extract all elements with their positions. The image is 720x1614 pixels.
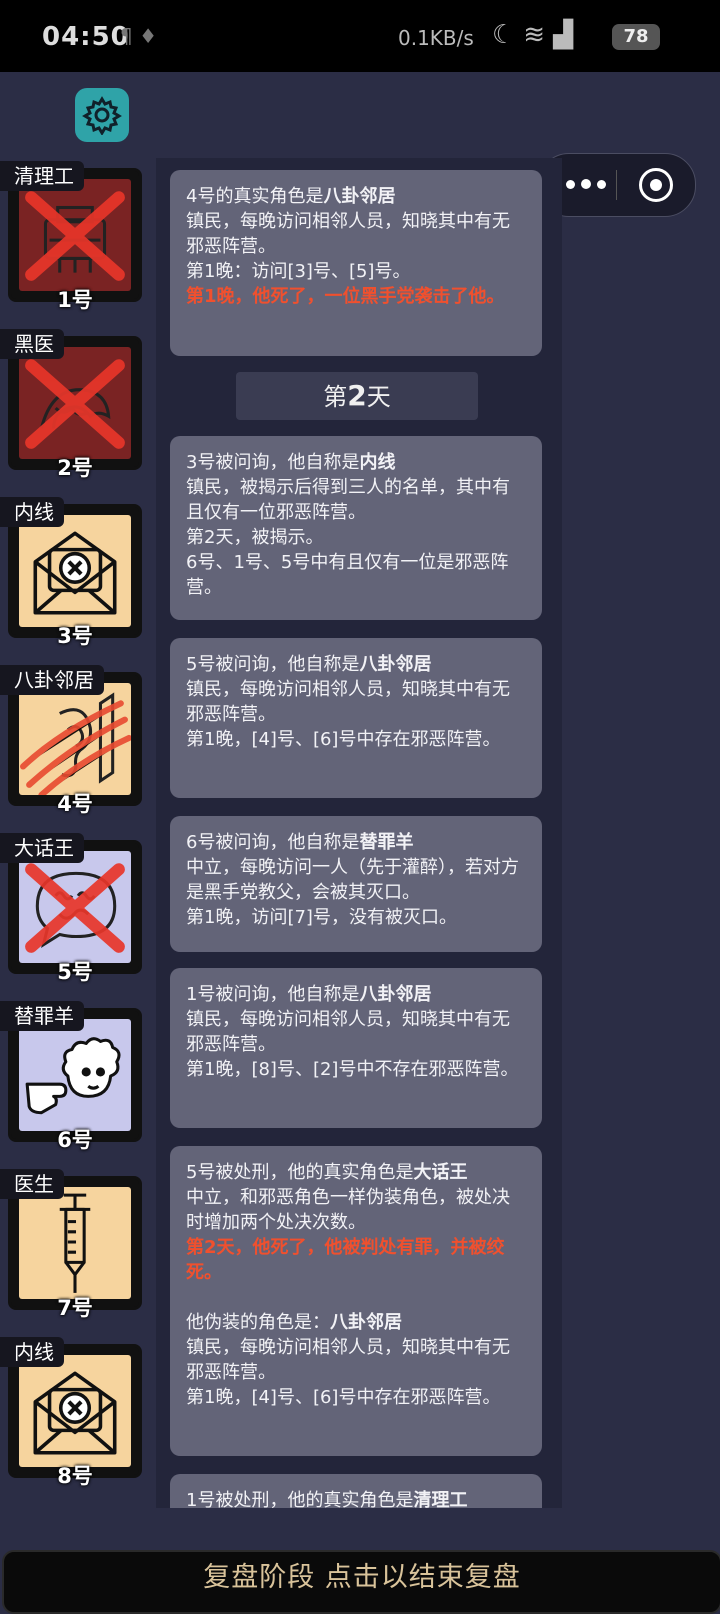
player-number: 7号 — [57, 1296, 93, 1320]
status-bar: 04:50 ¶ ♦ 0.1KB/s ☾≋▟ 78 — [0, 0, 720, 72]
battery-indicator: 78 — [612, 24, 660, 50]
player-number: 2号 — [57, 456, 93, 480]
player-card-1[interactable]: 清理工 1号 — [0, 161, 146, 312]
end-replay-button[interactable]: 复盘阶段 点击以结束复盘 — [2, 1550, 720, 1614]
gear-icon — [82, 96, 122, 135]
role-tag: 大话王 — [0, 833, 84, 863]
role-tag: 内线 — [0, 497, 64, 527]
syringe-icon — [59, 1193, 91, 1293]
player-number: 3号 — [57, 624, 93, 648]
role-tag: 医生 — [0, 1169, 64, 1199]
sheep-pointing-icon — [25, 1037, 121, 1115]
settings-button[interactable] — [75, 88, 129, 142]
role-tag: 八卦邻居 — [0, 665, 104, 695]
player-card-6[interactable]: 替罪羊 6号 — [0, 1001, 146, 1152]
player-number: 1号 — [57, 288, 93, 312]
log-entry: 4号的真实角色是八卦邻居 镇民，每晚访问相邻人员，知晓其中有无邪恶阵营。 第1晚… — [170, 170, 542, 356]
role-tag: 黑医 — [0, 329, 64, 359]
player-card-3[interactable]: 内线 3号 — [0, 497, 146, 648]
log-entry: 1号被处刑，他的真实角色是清理工 — [170, 1474, 542, 1508]
player-number: 6号 — [57, 1128, 93, 1152]
envelope-x-icon — [33, 1371, 117, 1455]
more-dots-icon[interactable] — [561, 169, 611, 199]
role-tag: 替罪羊 — [0, 1001, 84, 1031]
log-entry: 5号被问询，他自称是八卦邻居 镇民，每晚访问相邻人员，知晓其中有无邪恶阵营。 第… — [170, 638, 542, 798]
log-entry: 3号被问询，他自称是内线 镇民，被揭示后得到三人的名单，其中有且仅有一位邪恶阵营… — [170, 436, 542, 620]
player-number: 5号 — [57, 960, 93, 984]
replay-log[interactable]: 4号的真实角色是八卦邻居 镇民，每晚访问相邻人员，知晓其中有无邪恶阵营。 第1晚… — [156, 158, 562, 1508]
role-tag: 清理工 — [0, 161, 84, 191]
notification-icons: ¶ ♦ — [120, 24, 158, 48]
player-card-8[interactable]: 内线 8号 — [0, 1337, 146, 1488]
player-card-2[interactable]: 黑医 2号 — [0, 329, 146, 480]
target-close-icon[interactable] — [639, 168, 673, 202]
log-entry: 5号被处刑，他的真实角色是大话王 中立，和邪恶角色一样伪装角色，被处决时增加两个… — [170, 1146, 542, 1456]
player-card-4[interactable]: 八卦邻居 4号 — [0, 665, 146, 816]
player-card-7[interactable]: 医生 7号 — [0, 1169, 146, 1320]
dark-doctor-icon — [25, 359, 125, 449]
cleaner-icon — [25, 191, 125, 281]
player-card-5[interactable]: 大话王 5号 — [0, 833, 146, 984]
network-speed: 0.1KB/s — [398, 26, 474, 50]
signal-icons: ☾≋▟ — [492, 20, 582, 50]
player-number: 4号 — [57, 792, 93, 816]
ear-wall-icon — [20, 692, 131, 795]
log-entry: 6号被问询，他自称是替罪羊 中立，每晚访问一人（先于灌醉），若对方是黑手党教父，… — [170, 816, 542, 952]
role-tag: 内线 — [0, 1337, 64, 1367]
player-number: 8号 — [57, 1464, 93, 1488]
envelope-x-icon — [33, 531, 117, 615]
log-entry: 1号被问询，他自称是八卦邻居 镇民，每晚访问相邻人员，知晓其中有无邪恶阵营。 第… — [170, 968, 542, 1128]
speech-bubble-icon — [25, 863, 125, 953]
status-time: 04:50 — [42, 22, 130, 52]
day-header: 第2天 — [236, 372, 478, 420]
